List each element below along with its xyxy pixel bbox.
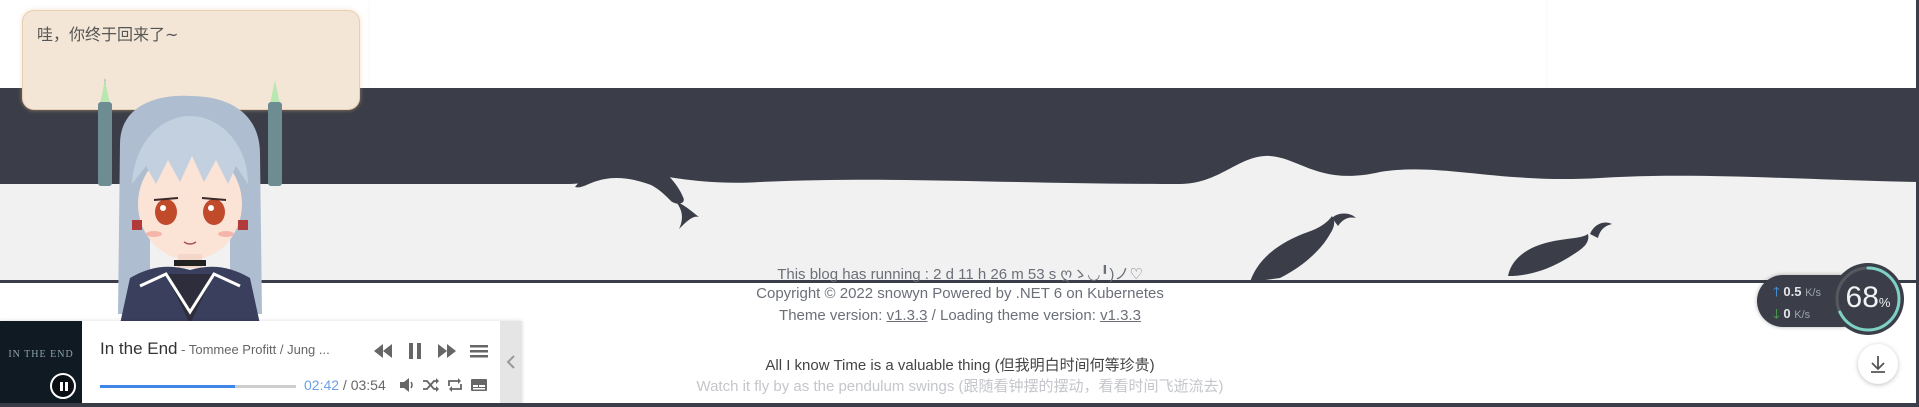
volume-icon[interactable] xyxy=(398,377,416,393)
gauge-number: 68 xyxy=(1845,281,1879,314)
album-cover-text: IN THE END xyxy=(8,349,74,360)
cover-pause-icon[interactable] xyxy=(50,373,76,399)
progress-bar-fill xyxy=(100,385,236,388)
mascot-antenna-right xyxy=(268,80,282,186)
download-speed: 🡓 0 K/s xyxy=(1773,305,1810,327)
whale-silhouette xyxy=(1508,222,1612,276)
total-time: 03:54 xyxy=(350,377,386,393)
loading-version-label: / Loading theme version: xyxy=(927,307,1101,324)
download-button[interactable] xyxy=(1858,344,1898,384)
copyright-text: Copyright © 2022 snowyn Powered by .NET … xyxy=(756,285,1164,302)
song-title: In the End xyxy=(100,339,178,358)
song-artist: - Tommee Profitt / Jung ... xyxy=(177,342,330,357)
now-playing: In the End - Tommee Profitt / Jung ... xyxy=(100,339,330,359)
download-icon xyxy=(1871,356,1885,373)
time-display: 02:42 / 03:54 xyxy=(304,377,386,393)
time-separator: / xyxy=(339,377,351,393)
theme-version-label: Theme version: xyxy=(779,307,887,324)
theme-version-line: Theme version: v1.3.3 / Loading theme ve… xyxy=(540,307,1380,324)
gauge-unit: % xyxy=(1878,295,1891,310)
download-value: 0 xyxy=(1783,306,1791,321)
skip-back-icon[interactable] xyxy=(372,341,394,361)
progress-bar[interactable] xyxy=(100,385,296,388)
upload-value: 0.5 xyxy=(1783,284,1802,299)
chevron-left-icon xyxy=(506,355,515,369)
player-collapse-tab[interactable] xyxy=(500,321,522,403)
current-time: 02:42 xyxy=(304,377,340,393)
content-card xyxy=(370,0,1545,88)
loading-version-link[interactable]: v1.3.3 xyxy=(1100,307,1141,324)
list-icon[interactable] xyxy=(468,341,490,361)
pause-icon[interactable] xyxy=(404,341,426,361)
upload-unit: K/s xyxy=(1805,287,1821,299)
whale-silhouette xyxy=(575,148,699,229)
quote-line-2: Watch it fly by as the pendulum swings (… xyxy=(696,378,1224,395)
running-time-text: This blog has running : 2 d 11 h 26 m 53… xyxy=(777,266,1143,283)
download-unit: K/s xyxy=(1794,309,1811,321)
mascot-antenna-left xyxy=(98,78,112,186)
download-arrow-icon: 🡓 xyxy=(1773,306,1780,321)
lyrics-icon[interactable] xyxy=(470,377,488,393)
page-edge-bottom xyxy=(0,403,1919,407)
upload-arrow-icon: 🡑 xyxy=(1773,284,1780,299)
repeat-icon[interactable] xyxy=(446,377,464,393)
music-player: IN THE END In the End - Tommee Profitt /… xyxy=(0,321,522,403)
album-cover[interactable]: IN THE END xyxy=(0,321,82,403)
gauge-value: 68% xyxy=(1832,281,1904,315)
quote-line-1: All I know Time is a valuable thing (但我明… xyxy=(765,357,1155,374)
skip-forward-icon[interactable] xyxy=(436,341,458,361)
shuffle-icon[interactable] xyxy=(422,377,440,393)
theme-version-link[interactable]: v1.3.3 xyxy=(887,307,928,324)
upload-speed: 🡑 0.5 K/s xyxy=(1773,283,1821,305)
usage-gauge[interactable]: 68% xyxy=(1832,263,1904,335)
mascot-character[interactable] xyxy=(80,74,300,324)
